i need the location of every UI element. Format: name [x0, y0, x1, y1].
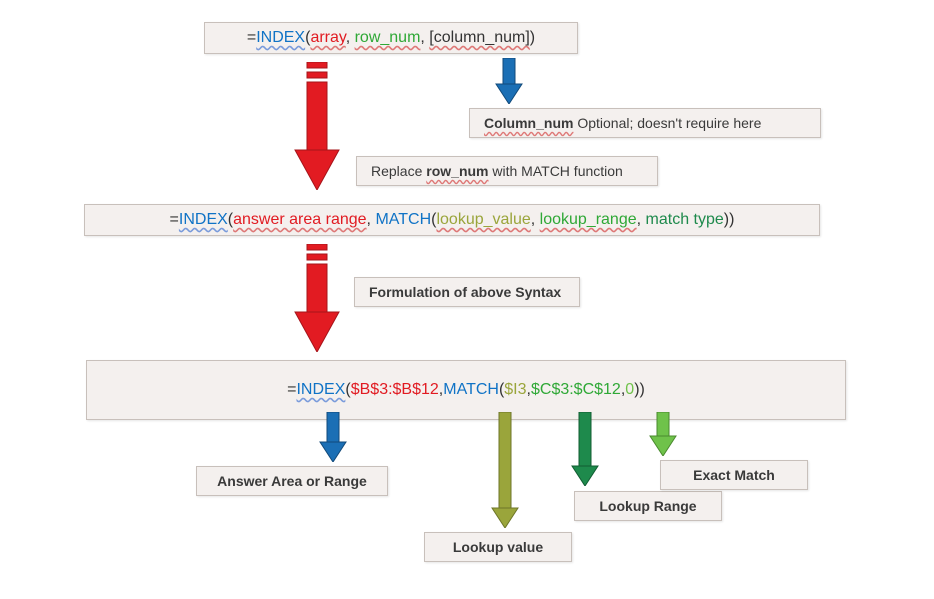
text: Answer Area or Range [217, 473, 367, 489]
arrow-down-icon [318, 412, 348, 462]
text-arg3: [column_num] [429, 29, 530, 46]
text-sep: , [420, 29, 429, 46]
label-formulation: Formulation of above Syntax [354, 277, 580, 307]
text-bold: Column_num [484, 115, 573, 131]
text-func: INDEX [179, 211, 228, 228]
text-marg3: match type [646, 211, 724, 228]
text-match: MATCH [443, 381, 499, 398]
text-msep: , [637, 211, 646, 228]
formula-box-2: =INDEX(answer area range, MATCH(lookup_v… [84, 204, 820, 236]
text: Lookup Range [599, 498, 696, 514]
text-msep: , [531, 211, 540, 228]
text-close: ) [530, 29, 535, 46]
text: Formulation of above Syntax [369, 284, 561, 300]
text-match: MATCH [375, 211, 431, 228]
text-arg1: array [310, 29, 345, 46]
text-marg3: 0 [625, 381, 634, 398]
arrow-down-icon [293, 62, 341, 190]
text-close: ) [729, 211, 734, 228]
text-marg1: lookup_value [436, 211, 530, 228]
text-marg2: lookup_range [540, 211, 637, 228]
formula-box-3: =INDEX($B$3:$B$12,MATCH($I3,$C$3:$C$12,0… [86, 360, 846, 420]
text-bold: row_num [426, 163, 488, 179]
arrow-down-icon [293, 244, 341, 352]
label-column-num: Column_num Optional; doesn't require her… [469, 108, 821, 138]
text-rest: Optional; doesn't require here [573, 115, 761, 131]
text: Exact Match [693, 467, 775, 483]
text-post: with MATCH function [489, 163, 623, 179]
label-exact-match: Exact Match [660, 460, 808, 490]
text-marg2: $C$3:$C$12 [531, 381, 621, 398]
text-arg1: answer area range [233, 211, 366, 228]
text-pre: Replace [371, 163, 426, 179]
text-func: INDEX [256, 29, 305, 46]
text-marg1: $I3 [504, 381, 526, 398]
arrow-down-icon [570, 412, 600, 486]
text-sep: , [346, 29, 355, 46]
arrow-down-icon [490, 412, 520, 528]
label-answer-area: Answer Area or Range [196, 466, 388, 496]
text: Lookup value [453, 539, 543, 555]
arrow-down-icon [494, 58, 524, 104]
label-lookup-value: Lookup value [424, 532, 572, 562]
text-eq: = [170, 211, 179, 228]
text-eq: = [247, 29, 256, 46]
formula-box-1: =INDEX(array, row_num, [column_num]) [204, 22, 578, 54]
text-arg1: $B$3:$B$12 [351, 381, 439, 398]
arrow-down-icon [648, 412, 678, 456]
text-func: INDEX [296, 381, 345, 398]
label-lookup-range: Lookup Range [574, 491, 722, 521]
text-close: ) [640, 381, 645, 398]
label-replace-rownum: Replace row_num with MATCH function [356, 156, 658, 186]
text-arg2: row_num [355, 29, 421, 46]
